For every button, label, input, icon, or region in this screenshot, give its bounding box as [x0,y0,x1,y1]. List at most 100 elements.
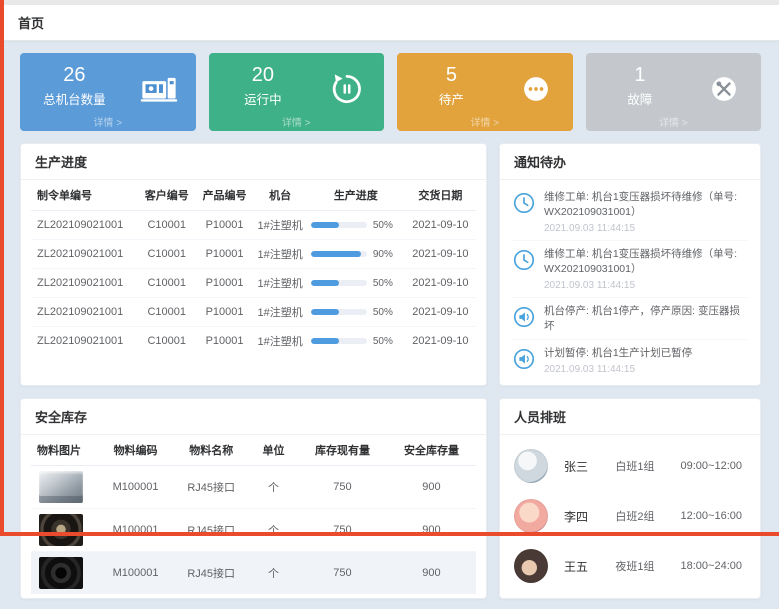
order-number-cell: ZL202109021001 [31,211,138,240]
notification-item[interactable]: 维修工单: 机台1变压器损坏待维修（单号: WX202109031001） 20… [512,184,748,240]
notification-icon [512,248,536,272]
production-row: ZL202109021001 C10001 P10001 1#注塑机 50% [31,269,476,298]
production-row: ZL202109021001 C10001 P10001 1#注塑机 50% [31,327,476,356]
column-header: 物料图片 [31,435,98,466]
machine-cell: 1#注塑机 [253,240,306,269]
panel-title: 安全库存 [21,399,486,435]
schedule-list: 张三 白班1组 09:00~12:00 李四 白班2组 12:00~16:00 [500,435,760,597]
progress-track [311,251,367,257]
progress-track [311,309,367,315]
material-name-cell: RJ45接口 [173,509,249,552]
notification-item[interactable]: 机台停产: 机台1停产，停产原因: 变压器损坏 [512,297,748,340]
inventory-table-wrap: 物料图片 物料编码 物料名称 单位 库存现有量 安全库存量 [21,435,486,598]
production-table-wrap: 制令单编号 客户编号 产品编号 机台 生产进度 交货日期 ZL202109021 [21,180,486,359]
safety-stock-cell: 900 [387,509,476,552]
notification-content: 计划暂停: 机台1生产计划已暂停 2021.09.03 11:44:15 [544,346,692,375]
notification-list: 维修工单: 机台1变压器损坏待维修（单号: WX202109031001） 20… [500,180,760,385]
ellipsis-icon [517,70,555,108]
notification-icon [512,191,536,215]
material-code-cell: M100001 [98,466,174,509]
detail-link[interactable]: 详情 > [209,114,385,129]
shift-label: 白班2组 [615,508,680,524]
column-header: 物料编码 [98,435,174,466]
material-image-cell [31,509,98,552]
notification-item[interactable]: 计划暂停: 机台1生产计划已暂停 2021.09.03 11:44:15 [512,339,748,381]
safety-stock-cell: 900 [387,552,476,595]
panel-title: 人员排班 [500,399,760,435]
column-header: 交货日期 [405,180,476,211]
shift-label: 夜班1组 [615,558,680,574]
progress-track [311,222,367,228]
detail-link[interactable]: 详情 > [586,114,762,129]
progress-cell: 50% [307,211,405,240]
notification-text: 机台停产: 机台1停产，停产原因: 变压器损坏 [544,304,748,334]
shift-time: 18:00~24:00 [681,560,746,572]
inventory-row: M100001 RJ45接口 个 750 900 [31,552,476,595]
production-row: ZL202109021001 C10001 P10001 1#注塑机 50% [31,211,476,240]
delivery-date-cell: 2021-09-10 [405,269,476,298]
material-image [39,471,83,503]
progress-bar: 90% [311,249,401,260]
shift-label: 白班1组 [615,458,680,474]
product-cell: P10001 [196,240,254,269]
material-name-cell: RJ45接口 [173,552,249,595]
progress-fill [311,338,339,344]
panel-staff-schedule: 人员排班 张三 白班1组 09:00~12:00 李四 白班2组 12:0 [499,398,761,599]
stat-card-waiting: 5 待产 详情 > [397,53,573,131]
speaker-icon [512,305,536,329]
speaker-icon [512,347,536,371]
delivery-date-cell: 2021-09-10 [405,298,476,327]
progress-cell: 50% [307,298,405,327]
inventory-row: M100001 RJ45接口 个 750 900 [31,509,476,552]
avatar [514,449,548,483]
detail-link[interactable]: 详情 > [397,114,573,129]
inventory-table: 物料图片 物料编码 物料名称 单位 库存现有量 安全库存量 [31,435,476,594]
notification-item[interactable]: 维修工单: 机台1变压器损坏待维修（单号: WX202109031001） 20… [512,240,748,297]
stat-label: 待产 [397,89,506,108]
unit-cell: 个 [249,552,298,595]
shift-time: 09:00~12:00 [681,460,746,472]
material-image [39,514,83,546]
progress-fill [311,222,339,228]
stat-label: 运行中 [209,89,318,108]
production-row: ZL202109021001 C10001 P10001 1#注塑机 50% [31,298,476,327]
notification-timestamp: 2021.09.03 11:44:15 [544,364,692,375]
order-number-cell: ZL202109021001 [31,298,138,327]
clock-icon [512,248,536,272]
safety-stock-cell: 900 [387,466,476,509]
stat-card-running: 20 运行中 详情 > [209,53,385,131]
circular-arrows-icon [328,70,366,108]
progress-label: 90% [373,249,393,260]
page-title: 首页 [18,13,44,32]
order-number-cell: ZL202109021001 [31,327,138,356]
current-stock-cell: 750 [298,509,387,552]
progress-label: 50% [373,336,393,347]
stat-label: 故障 [586,89,695,108]
progress-label: 50% [373,278,393,289]
machine-icon [140,70,178,108]
dashboard: 26 总机台数量 详情 > 20 运行中 [0,41,779,609]
detail-link[interactable]: 详情 > [20,114,196,129]
customer-cell: C10001 [138,269,196,298]
current-stock-cell: 750 [298,466,387,509]
column-header: 制令单编号 [31,180,138,211]
notification-content: 维修工单: 机台1变压器损坏待维修（单号: WX202109031001） 20… [544,247,748,291]
column-header: 产品编号 [196,180,254,211]
bottom-edge-accent [0,532,779,536]
progress-track [311,280,367,286]
order-number-cell: ZL202109021001 [31,240,138,269]
column-header: 库存现有量 [298,435,387,466]
table-header-row: 制令单编号 客户编号 产品编号 机台 生产进度 交货日期 [31,180,476,211]
avatar [514,549,548,583]
panel-notifications: 通知待办 [499,143,761,386]
progress-track [311,338,367,344]
staff-name: 李四 [564,508,615,525]
notification-text: 计划暂停: 机台1生产计划已暂停 [544,346,692,361]
material-code-cell: M100001 [98,509,174,552]
progress-fill [311,251,361,257]
progress-bar: 50% [311,307,401,318]
progress-fill [311,309,339,315]
notification-icon [512,347,536,371]
product-cell: P10001 [196,211,254,240]
stat-cards: 26 总机台数量 详情 > 20 运行中 [20,53,761,131]
